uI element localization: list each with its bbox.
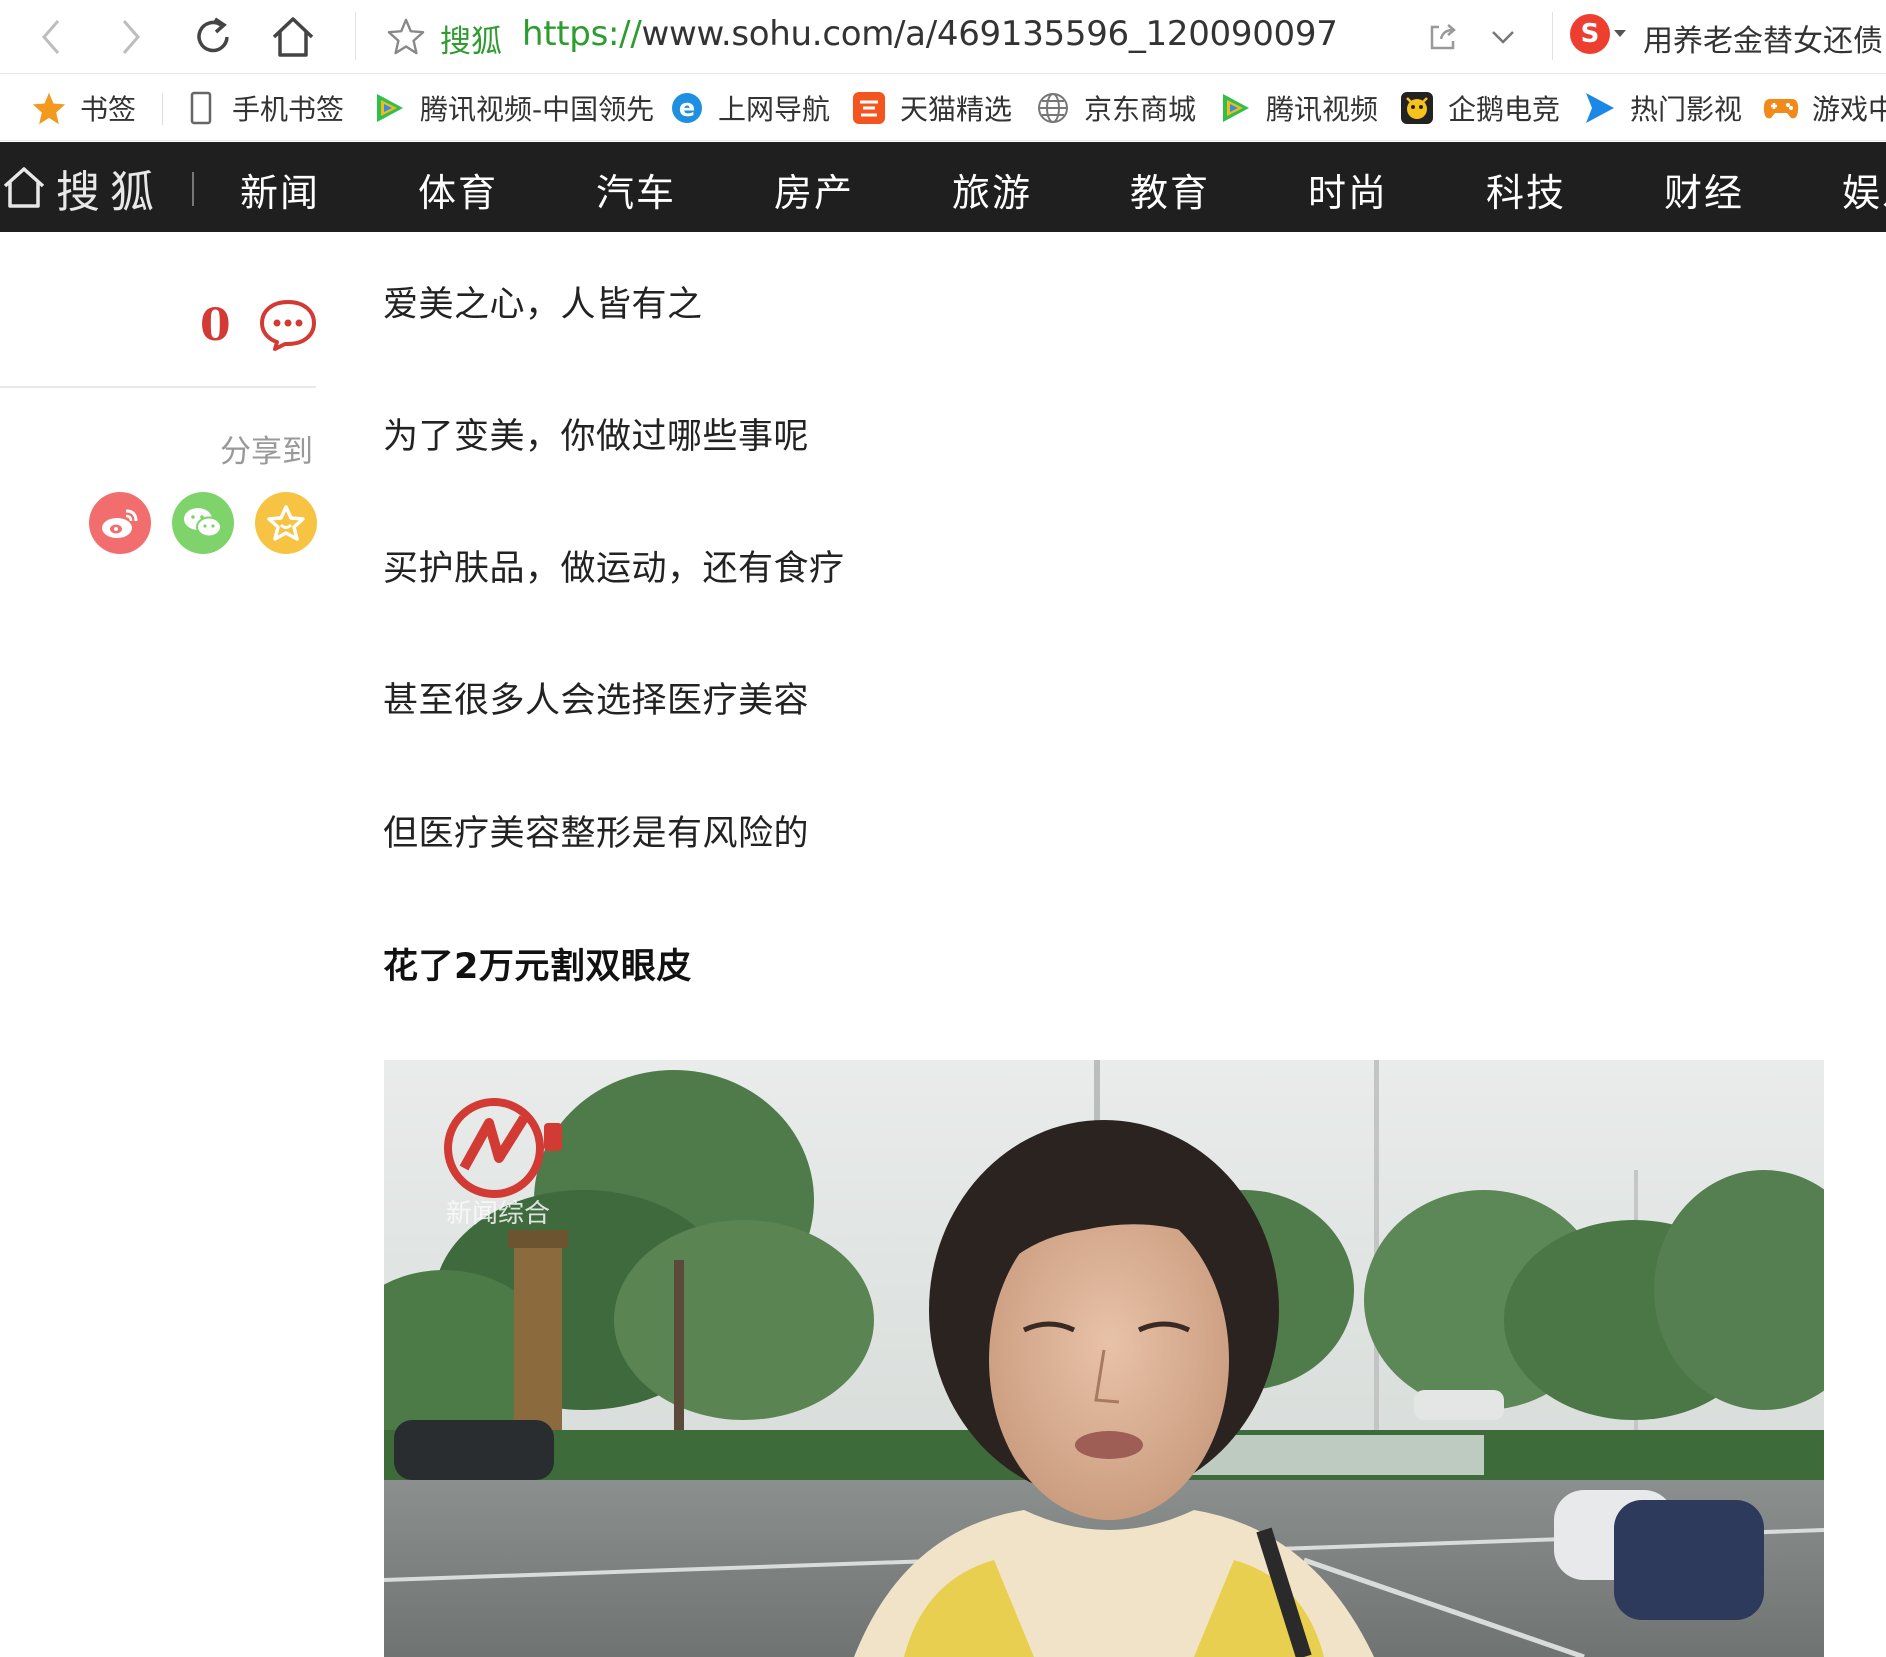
bookmark-label: 游戏中 xyxy=(1812,93,1886,126)
address-bar: 搜狐 https://www.sohu.com/a/469135596_1200… xyxy=(0,0,1886,74)
article-paragraph: 爱美之心，人皆有之 xyxy=(383,285,703,325)
bookmark-label: 天猫精选 xyxy=(900,93,1013,126)
bookmark-item[interactable]: 企鹅电竞 xyxy=(1398,87,1560,129)
share-page-button[interactable] xyxy=(1420,14,1466,60)
reload-button[interactable] xyxy=(186,10,240,64)
globe-icon xyxy=(1034,89,1072,127)
url-field[interactable]: https://www.sohu.com/a/469135596_1200900… xyxy=(522,14,1338,54)
share-wechat-button[interactable] xyxy=(172,492,234,554)
comment-icon[interactable] xyxy=(258,298,318,352)
back-button[interactable] xyxy=(24,10,78,64)
share-weibo-button[interactable] xyxy=(89,492,151,554)
bookmark-item[interactable]: 天猫精选 xyxy=(850,87,1012,129)
bookmark-item[interactable]: e 上网导航 xyxy=(668,87,830,129)
channel-house[interactable]: 房产 xyxy=(774,162,854,217)
channel-tech[interactable]: 科技 xyxy=(1486,162,1566,217)
sohu-channel-nav: 搜狐 新闻 体育 汽车 房产 旅游 教育 时尚 科技 财经 娱乐 xyxy=(0,142,1886,232)
star-outline-icon xyxy=(387,18,425,55)
search-engine-caret-icon[interactable] xyxy=(1614,30,1626,37)
channel-sports[interactable]: 体育 xyxy=(418,162,498,217)
share-favorite-button[interactable] xyxy=(255,492,317,554)
article-paragraph: 买护肤品，做运动，还有食疗 xyxy=(383,549,845,589)
bookmark-label: 京东商城 xyxy=(1084,93,1197,126)
site-label: 搜狐 xyxy=(440,24,502,60)
article-image[interactable]: 新闻综合 xyxy=(384,1060,1824,1657)
tencent-video-icon xyxy=(370,89,408,127)
nav-divider xyxy=(192,172,194,206)
bookmark-item[interactable]: 腾讯视频 xyxy=(1216,87,1378,129)
article-paragraph: 甚至很多人会选择医疗美容 xyxy=(383,681,810,721)
share-label: 分享到 xyxy=(220,434,313,470)
taobao-icon xyxy=(850,89,888,127)
bookmark-item[interactable]: 游戏中 xyxy=(1762,87,1886,129)
address-dropdown-button[interactable] xyxy=(1480,14,1526,60)
channel-entertainment[interactable]: 娱乐 xyxy=(1842,162,1886,217)
bookmark-item[interactable]: 书签 xyxy=(30,87,136,129)
channel-watermark: 新闻综合 xyxy=(446,1199,550,1229)
bookmark-star-button[interactable] xyxy=(384,14,428,58)
channel-finance[interactable]: 财经 xyxy=(1664,162,1744,217)
bookmark-label: 企鹅电竞 xyxy=(1448,93,1561,126)
search-input[interactable]: 用养老金替女还债 xyxy=(1643,16,1883,60)
bookmarks-bar: 书签 手机书签 腾讯视频-中国领先 e 上网导航 天猫精选 京东商城 腾讯视频 … xyxy=(0,75,1886,141)
forward-button[interactable] xyxy=(104,10,158,64)
home-icon[interactable] xyxy=(2,164,46,210)
url-scheme: https:// xyxy=(522,14,642,54)
play-icon xyxy=(1580,89,1618,127)
bookmark-label: 上网导航 xyxy=(718,93,831,126)
share-out-icon xyxy=(1430,24,1456,50)
news-still-image: 新闻综合 xyxy=(384,1060,1824,1657)
bookmark-divider xyxy=(162,93,163,125)
tencent-video-icon xyxy=(1216,89,1254,127)
penguin-esports-icon xyxy=(1398,89,1436,127)
article-paragraph: 但医疗美容整形是有风险的 xyxy=(383,814,810,854)
bookmark-label: 书签 xyxy=(80,93,137,126)
url-path: www.sohu.com/a/469135596_120090097 xyxy=(641,14,1338,54)
bookmark-item[interactable]: 京东商城 xyxy=(1034,87,1196,129)
weibo-icon xyxy=(102,509,138,538)
rail-divider xyxy=(0,386,316,388)
bookmark-label: 手机书签 xyxy=(232,93,345,126)
gamepad-icon xyxy=(1762,89,1800,127)
star-icon xyxy=(267,505,305,541)
svg-text:e: e xyxy=(679,94,695,122)
channel-education[interactable]: 教育 xyxy=(1130,162,1210,217)
chevron-right-icon xyxy=(122,20,140,54)
bookmark-label: 热门影视 xyxy=(1630,93,1743,126)
ie-icon: e xyxy=(668,89,706,127)
bookmark-item[interactable]: 腾讯视频-中国领先 xyxy=(370,87,654,129)
sogou-search-icon[interactable]: S xyxy=(1570,14,1610,54)
chevron-down-icon xyxy=(1492,31,1514,44)
home-button[interactable] xyxy=(266,10,320,64)
chevron-left-icon xyxy=(42,20,60,54)
channel-fashion[interactable]: 时尚 xyxy=(1308,162,1388,217)
comment-count[interactable]: 0 xyxy=(200,300,231,351)
wechat-icon xyxy=(184,508,222,538)
bookmark-label: 腾讯视频-中国领先 xyxy=(420,93,655,126)
channel-auto[interactable]: 汽车 xyxy=(596,162,676,217)
bookmark-item[interactable]: 手机书签 xyxy=(182,87,344,129)
bookmark-label: 腾讯视频 xyxy=(1266,93,1379,126)
phone-icon xyxy=(182,89,220,127)
article-subheading: 花了2万元割双眼皮 xyxy=(383,947,692,987)
home-icon xyxy=(272,17,314,57)
channel-news[interactable]: 新闻 xyxy=(240,162,320,217)
reload-icon xyxy=(197,17,229,53)
address-separator xyxy=(355,12,356,60)
article-paragraph: 为了变美，你做过哪些事呢 xyxy=(383,417,810,457)
channel-travel[interactable]: 旅游 xyxy=(952,162,1032,217)
star-icon xyxy=(30,89,68,127)
search-separator xyxy=(1552,12,1553,60)
sohu-logo[interactable]: 搜狐 xyxy=(56,156,164,220)
bookmark-item[interactable]: 热门影视 xyxy=(1580,87,1742,129)
